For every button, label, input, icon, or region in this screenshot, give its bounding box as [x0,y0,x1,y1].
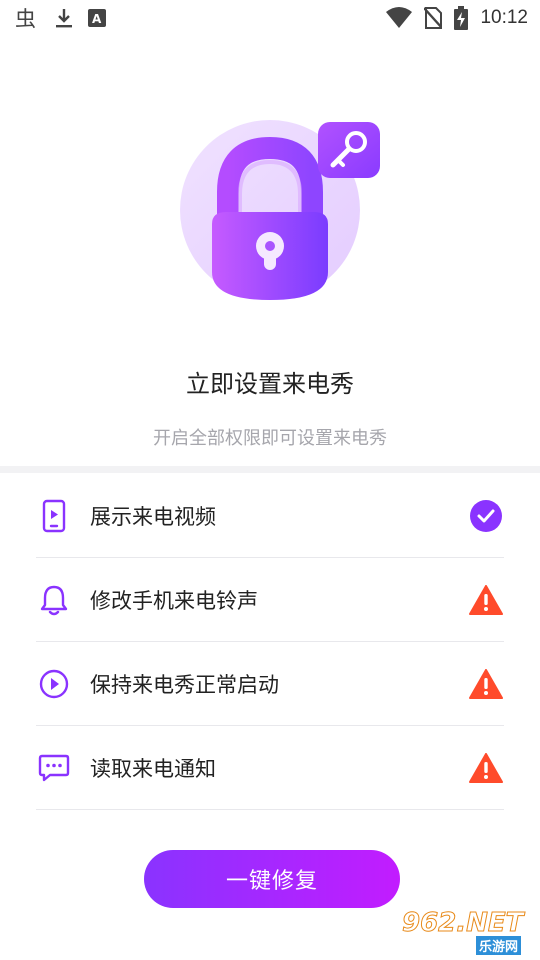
watermark-sub-text: 乐游网 [476,936,522,955]
watermark-main-text: 962.NET [401,908,524,939]
page-title: 立即设置来电秀 [186,370,354,398]
font-a-icon: A [88,9,106,27]
bell-icon [36,582,72,618]
status-bar-left: 虫 A [14,5,106,31]
permission-label: 修改手机来电铃声 [90,588,258,613]
message-icon [36,750,72,786]
permission-label: 展示来电视频 [90,504,216,529]
warning-icon [468,666,504,702]
bug-icon: 虫 [14,5,40,31]
status-time: 10:12 [480,7,528,28]
permission-label: 保持来电秀正常启动 [90,672,279,697]
permission-list: 展示来电视频 修改手机来电铃声 保持来电秀正常启动 读取来电通知 [36,474,504,810]
permission-item-keep-alive[interactable]: 保持来电秀正常启动 [36,642,504,726]
svg-text:虫: 虫 [15,7,36,31]
permission-item-show-video[interactable]: 展示来电视频 [36,474,504,558]
download-icon [54,7,74,29]
svg-text:A: A [92,12,102,26]
phone-video-icon [36,498,72,534]
warning-icon [468,582,504,618]
hero-section: 立即设置来电秀 开启全部权限即可设置来电秀 [0,36,540,466]
watermark-logo: 962.NET 乐游网 [401,908,536,956]
padlock-key-icon [178,120,382,302]
no-sim-icon [424,6,443,30]
play-circle-icon [36,666,72,702]
one-click-fix-button[interactable]: 一键修复 [144,850,400,908]
wifi-icon [386,7,413,29]
status-bar: 虫 A 10:12 [0,0,540,36]
section-divider [0,466,540,473]
permission-item-notifications[interactable]: 读取来电通知 [36,726,504,810]
check-circle-icon [468,498,504,534]
permission-label: 读取来电通知 [90,756,216,781]
battery-charging-icon [454,6,469,30]
page-subtitle: 开启全部权限即可设置来电秀 [153,428,387,449]
permission-item-ringtone[interactable]: 修改手机来电铃声 [36,558,504,642]
status-bar-right: 10:12 [386,6,528,30]
warning-icon [468,750,504,786]
